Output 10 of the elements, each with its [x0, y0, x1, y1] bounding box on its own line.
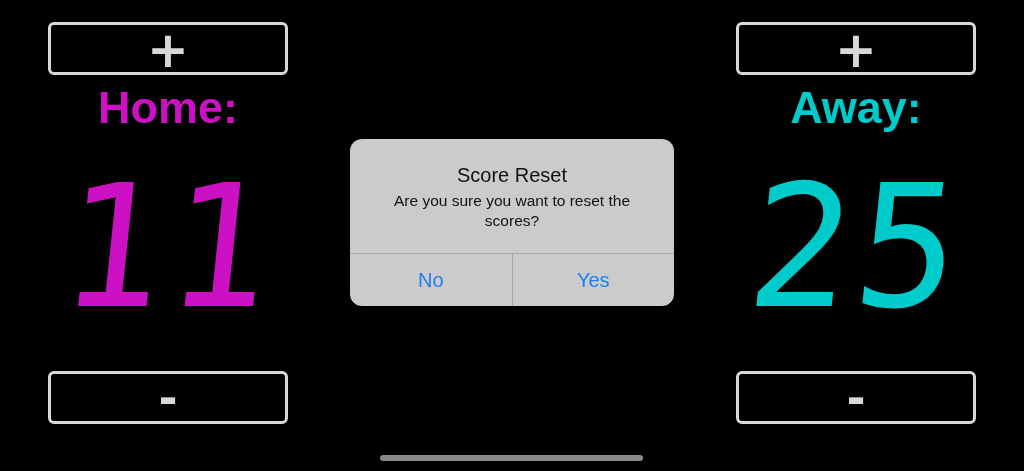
increment-button[interactable]: + — [48, 22, 288, 75]
increment-button[interactable]: + — [736, 22, 976, 75]
score-display: 11 — [50, 147, 286, 348]
decrement-button[interactable]: - — [48, 371, 288, 424]
decrement-button[interactable]: - — [736, 371, 976, 424]
dialog-title: Score Reset — [456, 163, 568, 187]
team-label: Away: — [790, 81, 922, 135]
score-display: 25 — [738, 147, 974, 348]
team-label: Home: — [98, 81, 238, 135]
dialog-message: Are you sure you want to reset the scores? — [392, 191, 632, 231]
